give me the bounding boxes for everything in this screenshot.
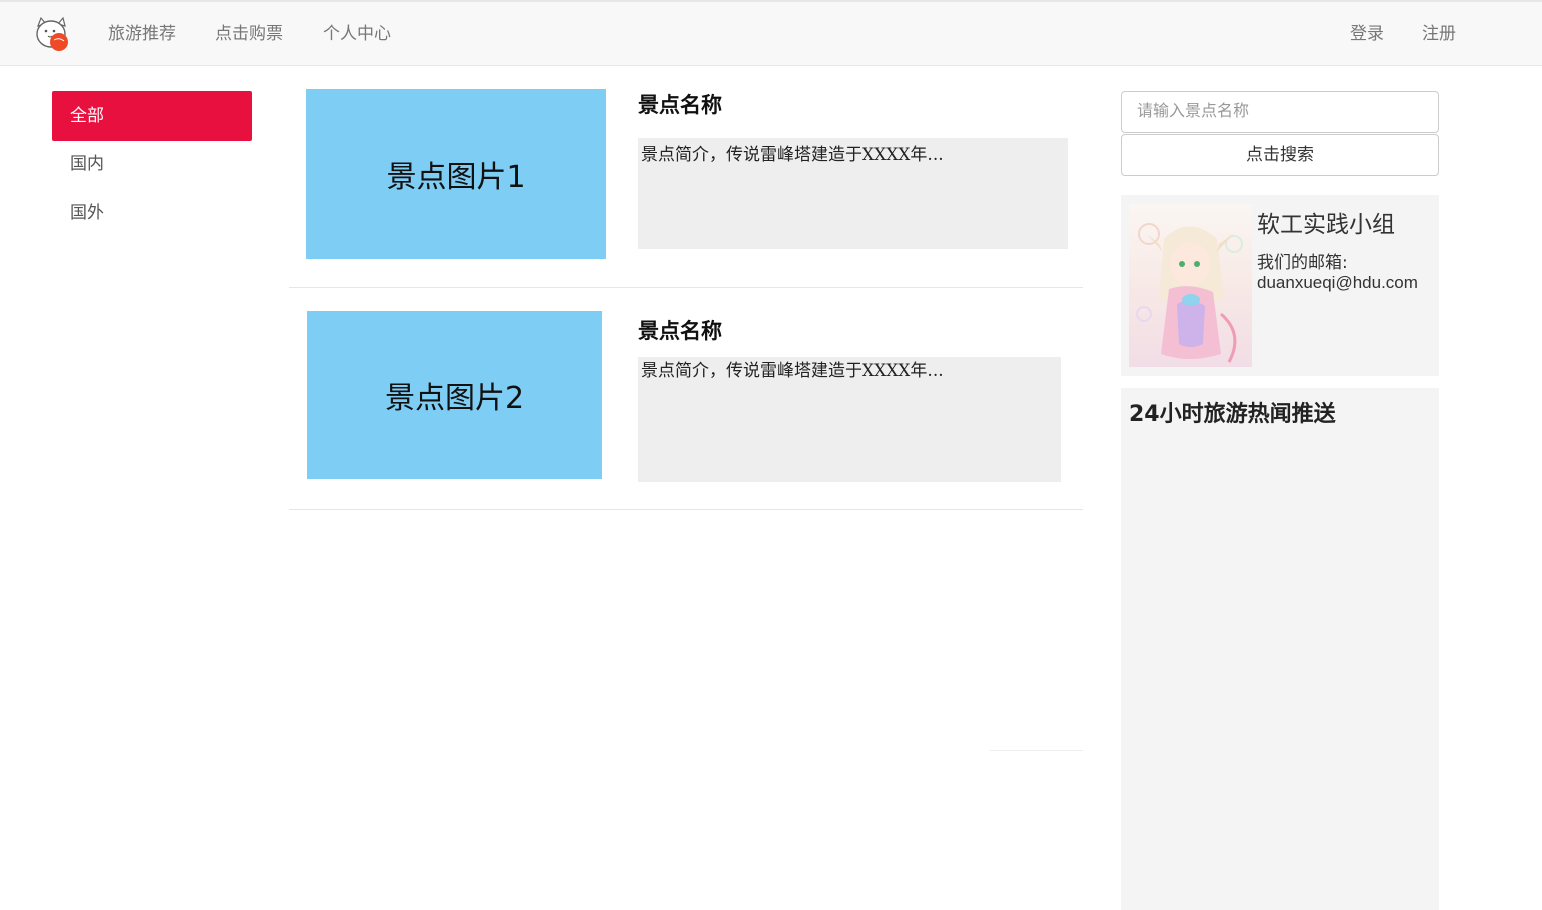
card-divider bbox=[990, 750, 1083, 751]
attraction-description-2: 景点简介，传说雷峰塔建造于XXXX年... bbox=[638, 357, 1061, 482]
search-button[interactable]: 点击搜索 bbox=[1121, 134, 1439, 176]
nav-buy-ticket[interactable]: 点击购票 bbox=[215, 22, 283, 46]
nav-travel-recommend[interactable]: 旅游推荐 bbox=[108, 22, 176, 46]
attraction-title-1[interactable]: 景点名称 bbox=[638, 89, 722, 119]
top-navbar: 旅游推荐 点击购票 个人中心 登录 注册 bbox=[0, 0, 1542, 66]
avatar bbox=[1129, 204, 1252, 367]
register-link[interactable]: 注册 bbox=[1422, 22, 1456, 46]
card-divider bbox=[289, 287, 1083, 288]
nav-personal-center[interactable]: 个人中心 bbox=[323, 22, 391, 46]
sidebar-item-domestic[interactable]: 国内 bbox=[52, 139, 252, 189]
email-address: duanxueqi@hdu.com bbox=[1257, 273, 1418, 292]
card-divider bbox=[289, 509, 1083, 510]
search-input[interactable] bbox=[1121, 91, 1439, 133]
hot-news-panel: 24小时旅游热闻推送 bbox=[1121, 388, 1439, 910]
login-link[interactable]: 登录 bbox=[1350, 22, 1384, 46]
attraction-image-label: 景点图片2 bbox=[384, 381, 525, 416]
cat-logo-icon[interactable] bbox=[32, 14, 72, 54]
attraction-image-1[interactable]: 景点图片1 bbox=[306, 89, 606, 259]
team-name: 软工实践小组 bbox=[1257, 212, 1395, 238]
team-profile-panel: 软工实践小组 我们的邮箱: duanxueqi@hdu.com bbox=[1121, 195, 1439, 376]
sidebar-item-abroad[interactable]: 国外 bbox=[52, 188, 252, 238]
sidebar-item-all[interactable]: 全部 bbox=[52, 91, 252, 141]
email-label: 我们的邮箱: bbox=[1257, 253, 1348, 273]
attraction-image-label: 景点图片1 bbox=[386, 160, 526, 195]
attraction-image-2[interactable]: 景点图片2 bbox=[307, 311, 602, 479]
attraction-description-1: 景点简介，传说雷峰塔建造于XXXX年... bbox=[638, 138, 1068, 249]
attraction-title-2[interactable]: 景点名称 bbox=[638, 315, 722, 345]
hot-news-title: 24小时旅游热闻推送 bbox=[1129, 402, 1336, 427]
